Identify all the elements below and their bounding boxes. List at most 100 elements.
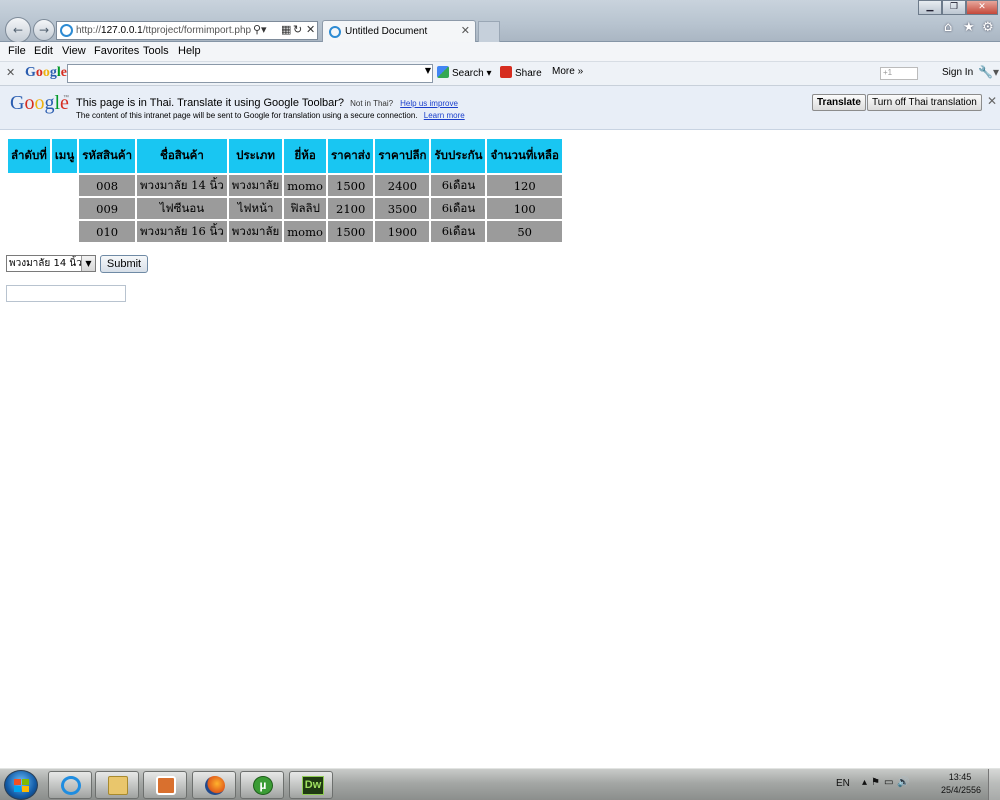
clock-date[interactable]: 25/4/2556 [936,785,986,795]
tab-close-icon[interactable]: ✕ [461,24,470,37]
table-cell: 1500 [327,175,374,196]
refresh-icon[interactable]: ↻ [293,23,302,36]
restore-button[interactable]: ❐ [942,0,966,15]
table-cell [8,221,50,242]
translate-message: This page is in Thai. Translate it using… [76,97,458,109]
table-cell: พวงมาลัย 14 นิ้ว [137,175,227,196]
home-icon[interactable]: ⌂ [944,20,952,35]
product-table: ลำดับที่ เมนู รหัสสินค้า ชื่อสินค้า ประเ… [6,137,564,244]
start-button[interactable] [4,770,38,800]
menu-file[interactable]: File [8,45,26,57]
taskbar-explorer[interactable] [95,771,139,799]
trademark-mark: ™ [63,95,69,101]
plus-one-icon[interactable]: +1 [880,67,918,80]
show-desktop-button[interactable] [988,769,1000,800]
table-cell: ไฟหน้า [228,198,283,219]
windows-taskbar: µ Dw EN ▴⚑▭🔊 13:45 25/4/2556 [0,768,1000,800]
google-search-input[interactable]: ▼ [67,64,433,83]
table-cell: 2400 [375,175,430,196]
translate-bar-close-icon[interactable]: ✕ [987,94,997,108]
toolbar-close-icon[interactable]: ✕ [6,66,15,79]
taskbar-firefox[interactable] [192,771,236,799]
back-arrow-icon: ← [12,23,24,37]
table-row: 009 ไฟซีนอน ไฟหน้า ฟิลลิป 2100 3500 6เดื… [8,198,562,219]
wrench-icon[interactable]: 🔧▾ [978,65,999,79]
table-cell [51,198,78,219]
back-button[interactable]: ← [5,17,31,43]
taskbar-internet-explorer[interactable] [48,771,92,799]
language-indicator[interactable]: EN [836,778,850,789]
table-cell [8,198,50,219]
compatibility-icon[interactable]: ▦ [281,23,291,36]
chevron-down-icon[interactable]: ▼ [81,256,95,271]
help-us-improve-link[interactable]: Help us improve [400,99,458,108]
menu-favorites[interactable]: Favorites [94,45,139,57]
table-cell: 100 [487,198,562,219]
new-tab-button[interactable] [478,21,500,42]
translate-bar: Google ™ This page is in Thai. Translate… [0,86,1000,130]
media-player-icon [156,776,176,795]
table-cell: 009 [79,198,136,219]
turn-off-translation-button[interactable]: Turn off Thai translation [867,94,982,111]
table-cell: momo [284,221,326,242]
header-wholesale-price: ราคาส่ง [327,139,374,173]
utorrent-icon: µ [253,776,273,795]
translate-sub-message: The content of this intranet page will b… [76,111,465,120]
sign-in-button[interactable]: Sign In [942,67,973,78]
internet-explorer-icon [61,776,81,795]
tools-gear-icon[interactable]: ⚙ [982,20,994,35]
taskbar-media-player[interactable] [143,771,187,799]
not-in-thai-text: Not in Thai? [350,99,394,108]
tab-untitled-document[interactable]: Untitled Document ✕ [322,20,476,42]
google-search-button[interactable]: Search ▾ [437,66,492,79]
search-history-dropdown-icon[interactable]: ▼ [425,66,431,75]
table-row: 008 พวงมาลัย 14 นิ้ว พวงมาลัย momo 1500 … [8,175,562,196]
restore-icon: ❐ [949,2,959,12]
table-cell: 50 [487,221,562,242]
table-cell [51,175,78,196]
google-toolbar: ✕ Google ▼ Search ▾ Share More » +1 Sign… [0,62,1000,86]
menu-tools[interactable]: Tools [143,45,169,57]
header-type: ประเภท [228,139,283,173]
text-input[interactable] [6,285,126,302]
dreamweaver-icon: Dw [302,776,324,795]
table-cell: 120 [487,175,562,196]
share-button[interactable]: Share [500,66,542,79]
menu-view[interactable]: View [62,45,86,57]
browser-title-bar: ← → http://127.0.0.1/ttproject/formimpor… [0,0,1000,43]
table-cell: 6เดือน [431,221,486,242]
tab-title: Untitled Document [345,26,428,37]
menu-help[interactable]: Help [178,45,201,57]
table-cell: ไฟซีนอน [137,198,227,219]
product-select[interactable]: พวงมาลัย 14 นิ้ว ▼ [6,255,96,272]
submit-button[interactable]: Submit [100,255,148,273]
menu-edit[interactable]: Edit [34,45,53,57]
learn-more-link[interactable]: Learn more [424,111,465,120]
google-toolbar-logo: Google [25,65,67,80]
table-cell [51,221,78,242]
favorites-star-icon[interactable]: ★ [963,20,975,35]
page-ie-icon [60,24,73,37]
share-icon [500,66,512,78]
google-translate-logo: Google [10,92,69,114]
clock-time[interactable]: 13:45 [948,772,972,782]
table-cell: พวงมาลัย 16 นิ้ว [137,221,227,242]
forward-button[interactable]: → [33,19,55,41]
table-cell: 3500 [375,198,430,219]
close-icon: ✕ [978,2,986,12]
taskbar-dreamweaver[interactable]: Dw [289,771,333,799]
stop-icon[interactable]: ✕ [306,23,315,36]
search-dropdown-icon[interactable]: ⚲▾ [253,23,267,36]
minimize-button[interactable]: ▁ [918,0,942,15]
address-bar[interactable]: http://127.0.0.1/ttproject/formimport.ph… [56,21,318,40]
table-cell [8,175,50,196]
table-cell: พวงมาลัย [228,175,283,196]
system-tray-icons[interactable]: ▴⚑▭🔊 [862,777,914,788]
header-remaining: จำนวนที่เหลือ [487,139,562,173]
address-url[interactable]: http://127.0.0.1/ttproject/formimport.ph… [76,25,251,36]
tab-ie-icon [329,26,341,38]
translate-button[interactable]: Translate [812,94,866,111]
close-window-button[interactable]: ✕ [966,0,998,15]
taskbar-utorrent[interactable]: µ [240,771,284,799]
more-button[interactable]: More » [552,66,583,77]
